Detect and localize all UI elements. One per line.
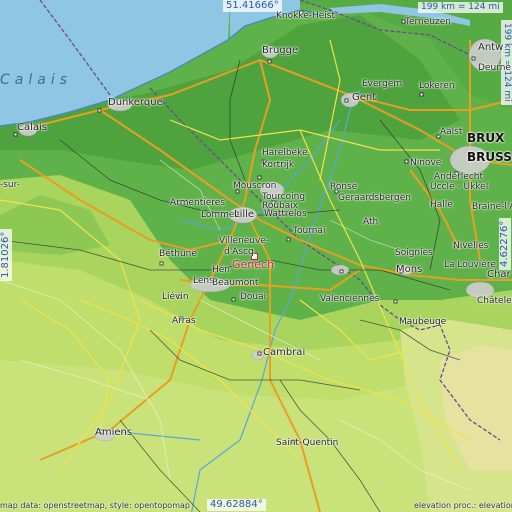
place-label-knokke-heist: Knokke-Heist [276, 11, 336, 21]
place-label-villeneuve: Villeneuve- [219, 236, 270, 246]
place-label-ath: Ath [363, 217, 379, 227]
place-label-valenciennes: Valenciennes [320, 294, 380, 304]
place-label-lokeren: Lokeren [419, 81, 455, 91]
right-longitude-label: 4.62276° [499, 217, 511, 270]
place-label-geraardsbergen: Geraardsbergen [338, 193, 411, 203]
place-label-ninove: Ninove [410, 158, 442, 168]
place-label-chatelet: Châtelet [477, 296, 512, 306]
place-label-halle: Halle [430, 200, 453, 210]
place-label-brugge: Brugge [262, 45, 299, 56]
place-label-braine: Braine-l'A [472, 202, 512, 212]
place-label-armentieres: Armentières [170, 198, 226, 208]
place-label-beaumont: Beaumont [212, 278, 259, 288]
place-label-lens: Lens [193, 276, 214, 286]
place-label-antw: Antw [478, 42, 504, 53]
place-label-maubeuge: Maubeuge [399, 317, 447, 327]
topographic-map[interactable]: 51.41666° 49.62884° 1.81026° 4.62276° 19… [0, 0, 512, 512]
place-label-gent: Gent [352, 92, 377, 103]
place-label-terneuzen: Terneuzen [405, 17, 451, 27]
place-label-lomme: Lomme [201, 210, 235, 220]
place-label-arras: Arras [172, 316, 196, 326]
place-label-cambrai: Cambrai [263, 347, 306, 358]
place-label-evergem: Evergem [362, 79, 403, 89]
place-label-aalst: Aalst [440, 127, 463, 137]
place-label-mons: Mons [396, 264, 423, 275]
place-label-dunkerque: Dunkerque [108, 97, 163, 108]
bottom-latitude-label: 49.62884° [207, 499, 266, 511]
place-label-anderlecht: Anderlecht [434, 172, 484, 182]
top-latitude-label: 51.41666° [223, 0, 282, 12]
place-label-henin: Hén [212, 265, 231, 275]
attribution-map-data: map data: openstreetmap, style: opentopo… [0, 501, 190, 510]
place-label-brux: BRUX [467, 131, 505, 145]
place-label-calais: Calais [17, 122, 48, 133]
place-label-harelbeke: Harelbeke [262, 148, 308, 158]
place-label-deurne: Deurne [478, 63, 511, 73]
place-label-bruss: BRUSS [467, 150, 512, 164]
scale-label-top: 199 km = 124 mi [418, 2, 503, 13]
place-label-kortrijk: Kortrijk [262, 160, 295, 170]
place-label-soignies: Soignies [395, 248, 433, 258]
left-longitude-label: 1.81026° [0, 228, 12, 281]
place-label-dascq: d'Ascq [224, 247, 254, 257]
place-label-sur: -sur- [0, 180, 21, 190]
attribution-elevation: elevation proc.: elevation.city [414, 501, 512, 510]
place-label-bethune: Béthune [159, 249, 197, 259]
place-label-douai: Douai [240, 292, 267, 302]
place-label-lille: Lille [234, 209, 255, 220]
place-label-lievin: Liévin [162, 292, 189, 302]
place-label-char: Char [487, 269, 511, 280]
place-label-amiens: Amiens [95, 427, 133, 438]
place-label-wattrelos: Wattrelos [264, 209, 307, 219]
place-label-nivelles: Nivelles [453, 241, 489, 251]
place-label-mouscron: Mouscron [233, 181, 277, 191]
place-label-genech[interactable]: Genech [232, 259, 274, 270]
place-label-uccle-ukkel: Uccle - Ukkel [430, 182, 489, 192]
sea-label: Calais [0, 72, 73, 88]
place-label-tournai: Tournai [293, 226, 326, 236]
place-label-ronse: Ronse [330, 182, 358, 192]
place-label-saint-quentin: Saint-Quentin [276, 438, 339, 448]
